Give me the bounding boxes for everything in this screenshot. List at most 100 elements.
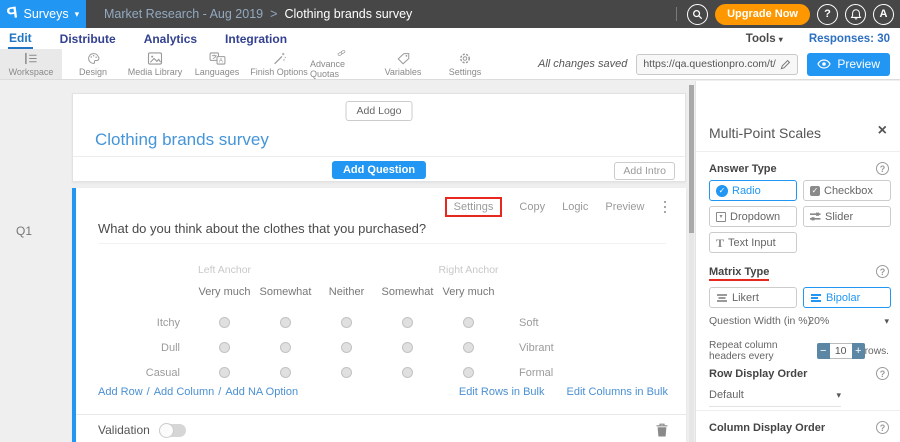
minus-button[interactable]: − — [817, 343, 830, 359]
surveys-menu[interactable]: P Surveys ▾ — [0, 0, 86, 28]
tool-finish-options[interactable]: Finish Options — [248, 49, 310, 79]
repeat-headers-value[interactable]: 10 — [830, 343, 852, 359]
edit-rows-bulk-link[interactable]: Edit Rows in Bulk — [459, 386, 545, 398]
survey-header-card: Add Logo Clothing brands survey Add Ques… — [72, 93, 686, 182]
help-button[interactable]: ? — [817, 4, 838, 25]
matrix-column-header[interactable]: Neither — [316, 286, 377, 298]
matrix-radio[interactable] — [341, 317, 352, 328]
tool-languages[interactable]: A Languages — [186, 49, 248, 79]
matrix-radio[interactable] — [341, 367, 352, 378]
tab-analytics[interactable]: Analytics — [143, 30, 198, 48]
matrix-radio[interactable] — [402, 342, 413, 353]
question-text[interactable]: What do you think about the clothes that… — [98, 221, 666, 244]
right-anchor-label[interactable]: Right Anchor — [438, 264, 499, 276]
matrix-row-left-label[interactable]: Dull — [76, 342, 194, 354]
account-avatar[interactable]: A — [873, 4, 894, 25]
answer-type-radio-button[interactable]: ✓ Radio — [709, 180, 797, 201]
scrollbar-thumb[interactable] — [689, 85, 694, 233]
menu-bar: Edit Distribute Analytics Integration To… — [0, 28, 900, 49]
dropdown-icon: ▾ — [716, 212, 726, 222]
close-icon[interactable]: × — [878, 123, 887, 139]
matrix-row-right-label[interactable]: Formal — [499, 367, 686, 379]
question-width-select[interactable]: Question Width (in %) 20% ▾ — [709, 315, 889, 327]
breadcrumb: Market Research - Aug 2019 > Clothing br… — [104, 7, 412, 21]
help-icon[interactable]: ? — [876, 265, 889, 278]
add-logo-button[interactable]: Add Logo — [346, 101, 413, 121]
question-logic-link[interactable]: Logic — [562, 201, 588, 213]
add-column-link[interactable]: Add Column — [154, 386, 215, 398]
tab-integration[interactable]: Integration — [224, 30, 288, 48]
notifications-button[interactable] — [845, 4, 866, 25]
answer-type-text-input-button[interactable]: T Text Input — [709, 232, 797, 253]
matrix-radio[interactable] — [280, 342, 291, 353]
matrix-radio[interactable] — [463, 342, 474, 353]
tools-menu[interactable]: Tools ▾ — [746, 33, 783, 45]
tool-media-library[interactable]: Media Library — [124, 49, 186, 79]
edit-columns-bulk-link[interactable]: Edit Columns in Bulk — [567, 386, 669, 398]
survey-header-footer: Add Question Add Intro — [73, 156, 685, 181]
tab-edit[interactable]: Edit — [8, 29, 33, 49]
tool-design[interactable]: Design — [62, 49, 124, 79]
matrix-radio[interactable] — [463, 367, 474, 378]
matrix-column-header[interactable]: Somewhat — [377, 286, 438, 298]
matrix-type-bipolar-button[interactable]: Bipolar — [803, 287, 891, 308]
matrix-row-left-label[interactable]: Casual — [76, 367, 194, 379]
question-preview-link[interactable]: Preview — [605, 201, 644, 213]
tool-advance-quotas[interactable]: Advance Quotas — [310, 49, 372, 79]
kebab-menu-icon[interactable] — [662, 199, 669, 216]
matrix-column-header[interactable]: Very much — [438, 286, 499, 298]
tab-distribute[interactable]: Distribute — [59, 30, 117, 48]
tool-settings[interactable]: Settings — [434, 49, 496, 79]
breadcrumb-separator: > — [270, 7, 277, 21]
matrix-column-header[interactable]: Somewhat — [255, 286, 316, 298]
matrix-radio[interactable] — [280, 367, 291, 378]
add-row-link[interactable]: Add Row — [98, 386, 143, 398]
add-question-button[interactable]: Add Question — [332, 161, 426, 179]
matrix-radio[interactable] — [219, 317, 230, 328]
matrix-column-header[interactable]: Very much — [194, 286, 255, 298]
vertical-scrollbar[interactable] — [689, 85, 694, 442]
help-icon[interactable]: ? — [876, 421, 889, 434]
matrix-type-likert-button[interactable]: Likert — [709, 287, 797, 308]
left-anchor-label[interactable]: Left Anchor — [194, 264, 255, 276]
matrix-radio[interactable] — [463, 317, 474, 328]
matrix-radio[interactable] — [402, 367, 413, 378]
matrix-row-left-label[interactable]: Itchy — [76, 317, 194, 329]
pencil-icon[interactable] — [780, 59, 791, 70]
question-number: Q1 — [16, 224, 32, 238]
matrix-row-right-label[interactable]: Soft — [499, 317, 686, 329]
preview-button[interactable]: Preview — [807, 53, 890, 76]
text-input-icon: T — [716, 237, 724, 249]
help-icon[interactable]: ? — [876, 162, 889, 175]
search-button[interactable] — [687, 4, 708, 25]
plus-button[interactable]: + — [852, 343, 865, 359]
validation-toggle[interactable] — [159, 424, 186, 437]
slider-icon — [810, 212, 821, 221]
answer-type-checkbox-button[interactable]: ✓ Checkbox — [803, 180, 891, 201]
matrix-radio[interactable] — [219, 367, 230, 378]
survey-title[interactable]: Clothing brands survey — [95, 130, 269, 150]
answer-type-slider-button[interactable]: Slider — [803, 206, 891, 227]
row-display-order-select[interactable]: Default ▾ — [709, 389, 841, 407]
answer-type-dropdown-button[interactable]: ▾ Dropdown — [709, 206, 797, 227]
autosave-status: All changes saved — [538, 58, 627, 70]
add-intro-button[interactable]: Add Intro — [614, 162, 675, 180]
tool-variables[interactable]: Variables — [372, 49, 434, 79]
matrix-radio[interactable] — [402, 317, 413, 328]
delete-question-button[interactable] — [656, 423, 668, 437]
upgrade-now-button[interactable]: Upgrade Now — [715, 4, 810, 25]
question-settings-link[interactable]: Settings — [445, 197, 503, 217]
survey-url-field[interactable]: https://qa.questionpro.com/t/APNrFZfQ — [636, 54, 798, 75]
matrix-row-right-label[interactable]: Vibrant — [499, 342, 686, 354]
matrix-radio[interactable] — [341, 342, 352, 353]
matrix-radio[interactable] — [280, 317, 291, 328]
help-icon[interactable]: ? — [876, 367, 889, 380]
matrix-row: Dull Vibrant — [76, 335, 686, 360]
question-copy-link[interactable]: Copy — [519, 201, 545, 213]
responses-count-link[interactable]: Responses: 30 — [809, 33, 890, 45]
add-na-option-link[interactable]: Add NA Option — [225, 386, 298, 398]
matrix-radio[interactable] — [219, 342, 230, 353]
breadcrumb-parent[interactable]: Market Research - Aug 2019 — [104, 7, 263, 21]
repeat-headers-label: Repeat column headers every — [709, 340, 817, 362]
tool-workspace[interactable]: Workspace — [0, 49, 62, 79]
